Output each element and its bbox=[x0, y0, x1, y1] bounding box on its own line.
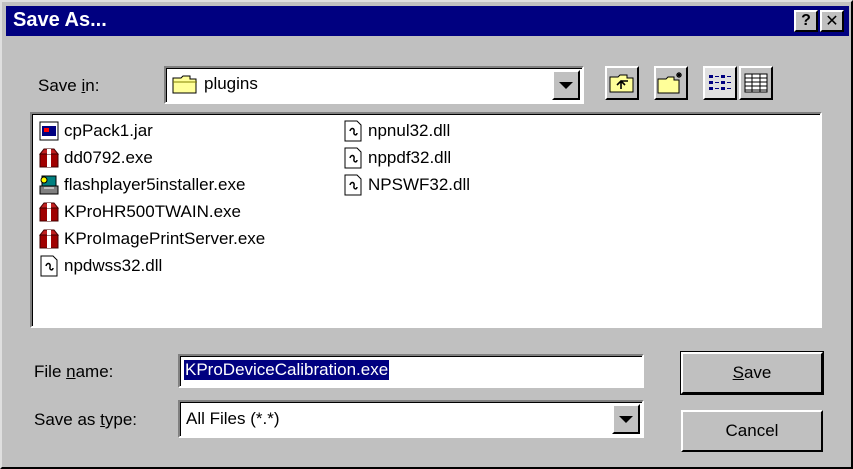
save-as-type-value: All Files (*.*) bbox=[186, 409, 280, 428]
file-name-text: KProHR500TWAIN.exe bbox=[64, 202, 241, 221]
file-name-text: NPSWF32.dll bbox=[368, 175, 471, 194]
save-in-label: Save in: bbox=[38, 76, 100, 95]
new-folder-icon bbox=[657, 72, 682, 94]
file-list-item[interactable]: KProHR500TWAIN.exe bbox=[38, 199, 241, 225]
close-icon: ✕ bbox=[825, 13, 839, 30]
installer-icon bbox=[38, 174, 60, 196]
dll-icon bbox=[38, 255, 60, 277]
file-name-text: npnul32.dll bbox=[368, 121, 451, 140]
file-list-item[interactable]: NPSWF32.dll bbox=[342, 172, 470, 198]
dll-icon bbox=[342, 174, 364, 196]
save-as-type-label: Save as type: bbox=[34, 410, 138, 429]
file-list-item[interactable]: dd0792.exe bbox=[38, 145, 153, 171]
file-list-item[interactable]: KProImagePrintServer.exe bbox=[38, 226, 265, 252]
details-view-button[interactable] bbox=[739, 66, 773, 100]
up-one-level-button[interactable] bbox=[605, 66, 639, 100]
save-in-dropdown-button[interactable] bbox=[552, 70, 580, 100]
file-name-text: npdwss32.dll bbox=[64, 256, 163, 275]
close-button[interactable]: ✕ bbox=[820, 10, 844, 32]
dialog-title: Save As... bbox=[13, 9, 107, 31]
file-name-text: KProImagePrintServer.exe bbox=[64, 229, 266, 248]
current-folder-name: plugins bbox=[204, 74, 258, 93]
cancel-button[interactable]: Cancel bbox=[681, 410, 823, 452]
file-list-item[interactable]: flashplayer5installer.exe bbox=[38, 172, 245, 198]
dll-icon bbox=[342, 147, 364, 169]
help-icon: ? bbox=[801, 12, 811, 29]
dll-icon bbox=[342, 120, 364, 142]
list-view-icon bbox=[709, 75, 731, 90]
save-as-type-dropdown-button[interactable] bbox=[612, 404, 640, 434]
up-folder-icon bbox=[609, 74, 634, 93]
file-name-text: cpPack1.jar bbox=[64, 121, 153, 140]
file-name-label: File name: bbox=[34, 362, 114, 381]
file-list-item[interactable]: npdwss32.dll bbox=[38, 253, 162, 279]
file-list-item[interactable]: npnul32.dll bbox=[342, 118, 450, 144]
chevron-down-icon bbox=[619, 415, 633, 423]
title-bar[interactable]: Save As... ? ✕ bbox=[6, 6, 849, 36]
file-name-text: nppdf32.dll bbox=[368, 148, 452, 167]
file-list-item[interactable]: cpPack1.jar bbox=[38, 118, 153, 144]
save-in-combobox[interactable]: plugins bbox=[164, 66, 584, 104]
save-as-type-combobox[interactable]: All Files (*.*) bbox=[178, 400, 644, 438]
details-view-icon bbox=[744, 73, 768, 93]
folder-icon bbox=[172, 75, 197, 94]
package-icon bbox=[38, 147, 60, 169]
jar-icon bbox=[38, 120, 60, 142]
help-button[interactable]: ? bbox=[794, 10, 818, 32]
create-new-folder-button[interactable] bbox=[654, 66, 688, 100]
save-button[interactable]: Save bbox=[680, 351, 824, 395]
file-list[interactable]: cpPack1.jar dd0792.exe flashplayer5install… bbox=[30, 112, 822, 328]
package-icon bbox=[38, 201, 60, 223]
file-name-text: dd0792.exe bbox=[64, 148, 153, 167]
file-list-item[interactable]: nppdf32.dll bbox=[342, 145, 451, 171]
file-name-text: flashplayer5installer.exe bbox=[64, 175, 246, 194]
list-view-button[interactable] bbox=[703, 66, 737, 100]
file-name-value: KProDeviceCalibration.exe bbox=[184, 360, 390, 380]
save-as-dialog: Save As... ? ✕ Save in: plugins cpPack1.… bbox=[0, 0, 853, 469]
package-icon bbox=[38, 228, 60, 250]
chevron-down-icon bbox=[559, 81, 573, 89]
file-name-input[interactable]: KProDeviceCalibration.exe bbox=[178, 354, 644, 388]
